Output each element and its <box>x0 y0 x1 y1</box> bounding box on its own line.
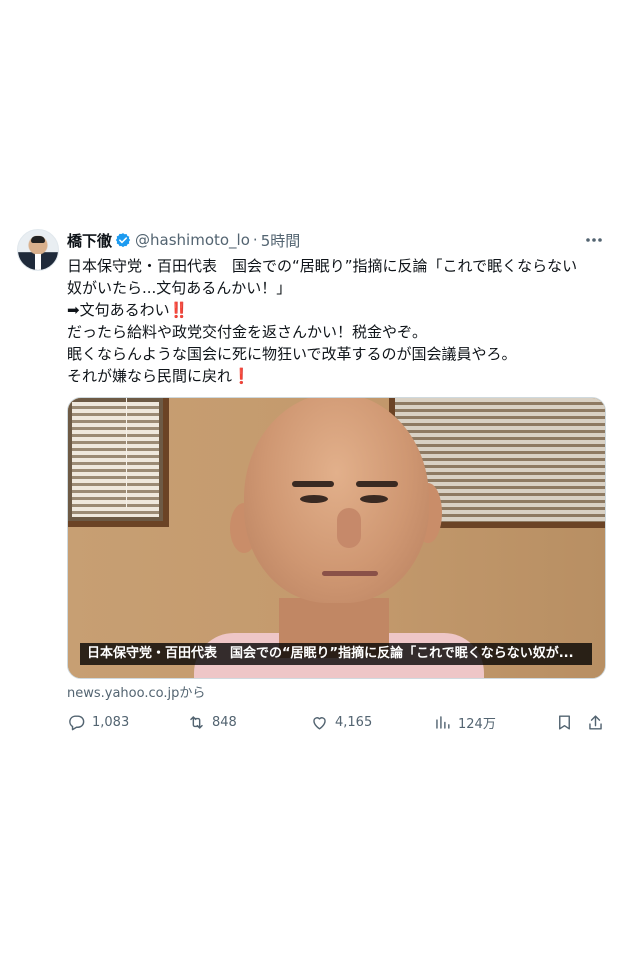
reply-count: 1,083 <box>92 714 130 730</box>
exclamation-icon: ❗ <box>232 367 251 385</box>
portrait-person <box>194 398 484 678</box>
views-chart-icon <box>436 715 450 729</box>
person-nose <box>337 508 361 548</box>
repost-count: 848 <box>212 714 237 730</box>
views-button[interactable]: 124万 <box>433 710 496 734</box>
tweet-line: 奴がいたら...文句あるんかい！」 <box>67 279 292 297</box>
author-handle[interactable]: @hashimoto_lo <box>135 231 250 249</box>
tweet-line: だったら給料や政党交付金を返さんかい！税金やぞ。 <box>67 323 428 341</box>
share-button[interactable] <box>586 710 605 734</box>
avatar-shirt <box>35 254 41 270</box>
left-eyebrow <box>292 481 334 487</box>
tweet-header: 橋下徹 @hashimoto_lo · 5時間 <box>67 229 300 251</box>
tweet-text: 日本保守党・百田代表 国会での“居眠り”指摘に反論「これで眠くならない 奴がいた… <box>67 255 602 387</box>
right-eye <box>360 495 388 503</box>
person-mouth <box>322 571 378 576</box>
left-eye <box>300 495 328 503</box>
tweet-line: 眠くならんような国会に死に物狂いで改革するのが国会議員やろ。 <box>67 345 517 363</box>
verified-badge-icon <box>115 233 131 248</box>
tweet-line: ➡文句あるわい‼️ <box>67 301 189 319</box>
reply-button[interactable]: 1,083 <box>67 710 129 734</box>
author-name[interactable]: 橋下徹 <box>67 230 112 251</box>
separator-dot: · <box>252 231 258 249</box>
right-eyebrow <box>356 481 398 487</box>
window-blind-left <box>68 398 169 527</box>
views-count: 124万 <box>458 716 496 732</box>
author-avatar[interactable] <box>17 229 59 271</box>
avatar-hair <box>31 236 45 243</box>
like-button[interactable]: 4,165 <box>310 710 372 734</box>
link-card-caption[interactable]: 日本保守党・百田代表 国会での“居眠り”指摘に反論「これで眠くならない奴が... <box>80 643 592 665</box>
more-options-icon[interactable] <box>583 230 605 250</box>
tweet-actions: 1,083 848 4,165 124万 <box>67 710 607 734</box>
like-count: 4,165 <box>335 714 373 730</box>
tweet-line: 日本保守党・百田代表 国会での“居眠り”指摘に反論「これで眠くならない <box>67 257 578 275</box>
bookmark-icon <box>559 714 570 730</box>
bookmark-button[interactable] <box>555 710 574 734</box>
heart-icon <box>313 716 326 730</box>
link-card-image[interactable]: 日本保守党・百田代表 国会での“居眠り”指摘に反論「これで眠くならない奴が... <box>67 397 606 679</box>
tweet-card: 橋下徹 @hashimoto_lo · 5時間 日本保守党・百田代表 国会での“… <box>0 0 620 959</box>
link-source[interactable]: news.yahoo.co.jpから <box>67 682 205 701</box>
repost-button[interactable]: 848 <box>187 710 237 734</box>
repost-icon <box>190 715 203 729</box>
share-icon <box>589 714 602 730</box>
person-head <box>244 398 429 603</box>
post-time[interactable]: 5時間 <box>261 230 301 251</box>
blind-cord <box>126 398 127 508</box>
tweet-line: それが嫌なら民間に戻れ❗ <box>67 367 251 385</box>
double-exclamation-icon: ‼️ <box>169 301 189 319</box>
reply-icon <box>69 714 85 730</box>
